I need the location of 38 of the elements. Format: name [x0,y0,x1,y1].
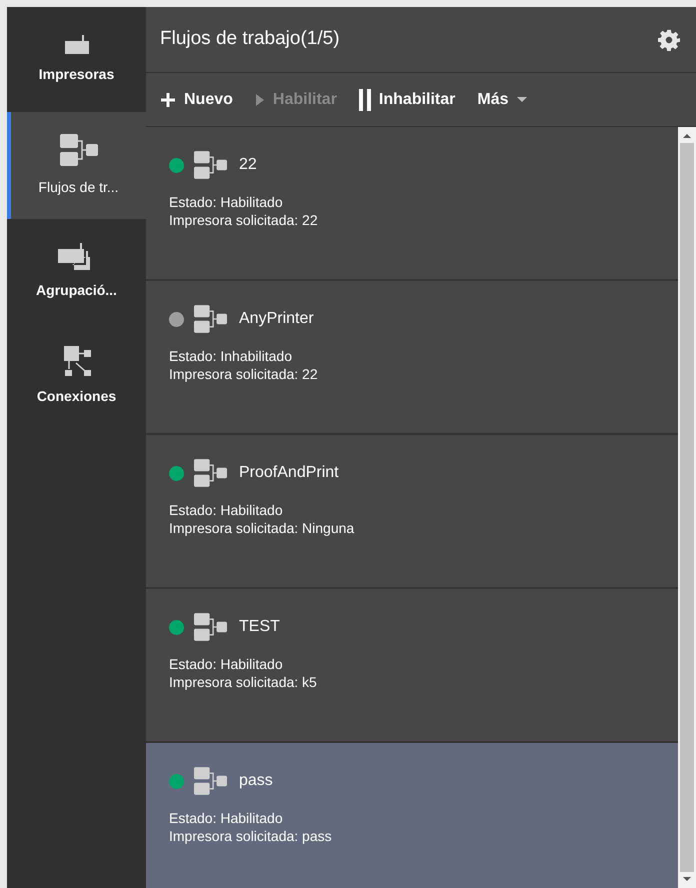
status-text: Estado: Inhabilitado [169,347,293,365]
workflow-name: TEST [239,617,280,637]
scrollbar[interactable] [678,127,696,888]
workflow-icon [194,766,227,796]
sidebar-item[interactable]: Flujos de tr... [7,112,146,219]
printer-text: Impresora solicitada: 22 [169,211,319,229]
caret-icon [516,96,526,102]
connections-icon [62,346,92,376]
status-text: Estado: Habilitado [169,809,284,827]
status-text: Estado: Habilitado [169,501,284,519]
plus-icon [160,92,176,108]
pause-icon [358,88,371,110]
status-text: Estado: Habilitado [169,193,284,211]
workflow-name: AnyPrinter [239,309,314,329]
play-icon [254,92,265,106]
printer-text: Impresora solicitada: pass [169,827,333,845]
toolbar-button[interactable]: Nuevo [160,88,233,112]
workflow-icon [194,612,227,642]
printer-text: Impresora solicitada: Ninguna [169,519,356,537]
toolbar-button[interactable]: Inhabilitar [358,88,456,112]
workflow-name: ProofAndPrint [239,463,339,483]
sidebar-item[interactable]: Impresoras [7,7,146,112]
workflow-name: 22 [239,155,257,175]
workflow-icon [194,458,227,488]
panel-title: Flujos de trabajo(1/5) [160,27,340,52]
sidebar-item[interactable]: Agrupació... [7,219,146,324]
settings-icon[interactable] [658,28,680,50]
workflow-icon [194,304,227,334]
sidebar-item[interactable]: Conexiones [7,324,146,429]
workflow-card[interactable]: pass Estado: Habilitado Impresora solicitada: pass [146,743,678,888]
toolbar-button[interactable]: Más [477,88,526,112]
workflow-name: pass [239,771,273,791]
status-text: Estado: Habilitado [169,655,284,673]
workflow-icon [60,133,98,167]
workflow-icon [194,150,227,180]
printer-text: Impresora solicitada: 22 [169,365,319,383]
printer-icon [64,34,90,54]
printer-text: Impresora solicitada: k5 [169,673,318,691]
